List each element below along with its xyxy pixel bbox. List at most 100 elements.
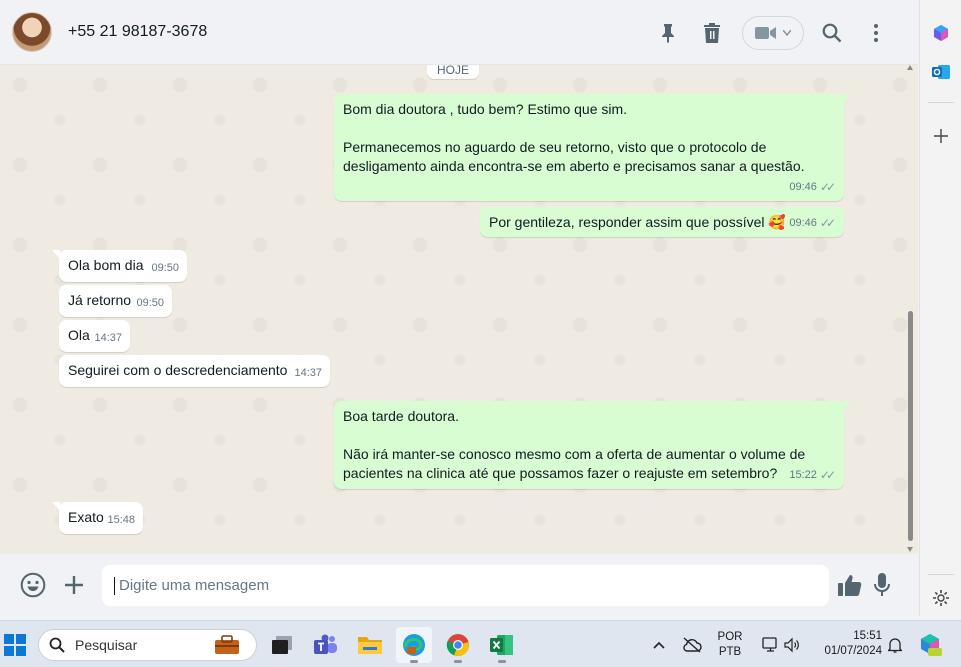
message-time: 09:50 <box>151 262 179 274</box>
task-view-button[interactable] <box>264 627 300 663</box>
date-chip: HOJE <box>427 65 480 79</box>
taskbar-search-placeholder: Pesquisar <box>75 637 138 653</box>
message-out[interactable]: Boa tarde doutora. Não irá manter-se con… <box>334 401 851 489</box>
header-actions <box>644 0 896 65</box>
message-meta: 14:37 <box>94 329 122 348</box>
voice-message-button[interactable] <box>862 565 902 605</box>
read-ticks-icon: ✓✓ <box>819 216 836 230</box>
search-button[interactable] <box>812 13 852 53</box>
taskbar-search[interactable]: Pesquisar <box>38 629 257 661</box>
message-in[interactable]: Seguirei com o descredenciamento 14:37 <box>59 355 330 387</box>
rail-divider <box>928 102 954 103</box>
input-language-indicator[interactable]: POR PTB <box>712 630 748 660</box>
message-time: 15:22 <box>789 469 817 481</box>
video-call-icon <box>755 26 776 39</box>
chat-messages-panel[interactable]: HOJE Bom dia doutora , tudo bem? Estimo … <box>0 65 918 554</box>
menu-icon <box>874 23 878 42</box>
start-button[interactable] <box>0 627 30 663</box>
keyboard-layout: PTB <box>718 646 742 658</box>
teams-button[interactable] <box>308 627 344 663</box>
notifications-button[interactable] <box>882 627 908 663</box>
settings-icon <box>933 590 949 606</box>
file-explorer-icon <box>358 637 382 654</box>
excel-button[interactable] <box>484 627 520 663</box>
onedrive-button[interactable] <box>675 627 709 663</box>
message-text: Bom dia doutora , tudo bem? Estimo que s… <box>343 101 805 174</box>
start-icon <box>4 634 26 656</box>
message-in[interactable]: Ola bom dia 09:50 <box>52 250 187 282</box>
search-icon <box>822 23 842 42</box>
file-explorer-button[interactable] <box>352 627 388 663</box>
bubble-tail <box>52 502 60 511</box>
copilot-preview-icon <box>921 634 942 656</box>
clock-date: 01/07/2024 <box>824 645 882 657</box>
message-time: 15:48 <box>107 514 135 526</box>
text-caret <box>114 576 115 595</box>
settings-button[interactable] <box>928 585 954 611</box>
chrome-button[interactable] <box>440 627 476 663</box>
copilot-taskbar-button[interactable] <box>912 627 948 663</box>
language-code: POR <box>717 631 743 643</box>
cloud-offline-icon <box>683 637 702 653</box>
add-icon <box>934 129 948 143</box>
task-view-icon <box>272 636 292 654</box>
video-call-button[interactable] <box>742 15 804 50</box>
scroll-up-arrow-icon[interactable] <box>907 65 913 70</box>
clock[interactable]: 15:51 01/07/2024 <box>812 629 882 659</box>
copilot-icon <box>934 25 948 41</box>
message-meta: 14:37 <box>294 364 322 383</box>
message-time: 09:46 <box>789 181 817 193</box>
bubble-tail <box>843 401 851 410</box>
edge-button[interactable] <box>396 627 432 663</box>
show-hidden-icons-button[interactable] <box>642 627 676 663</box>
delete-button[interactable] <box>692 13 732 53</box>
message-time: 09:46 <box>789 217 817 229</box>
volume-icon <box>784 637 799 653</box>
emoji-icon <box>20 572 46 598</box>
attach-plus-icon <box>65 576 83 594</box>
message-meta: 09:46 ✓✓ <box>789 214 836 233</box>
message-composer: Digite uma mensagem <box>0 554 918 616</box>
emoji-button[interactable] <box>13 565 53 605</box>
message-meta: 15:48 <box>107 511 135 530</box>
taskbar: Pesquisar POR PTB 15:51 01/07/2024 <box>0 620 961 667</box>
message-meta: 09:46 ✓✓ <box>789 178 836 197</box>
message-text: Boa tarde doutora. Não irá manter-se con… <box>343 408 806 481</box>
menu-button[interactable] <box>856 13 896 53</box>
message-out[interactable]: Por gentileza, responder assim que possí… <box>480 207 844 237</box>
chevron-down-icon <box>783 29 791 36</box>
read-ticks-icon: ✓✓ <box>819 180 836 194</box>
attach-button[interactable] <box>54 565 94 605</box>
bell-icon <box>888 638 902 653</box>
message-in[interactable]: Ola 14:37 <box>59 320 130 352</box>
outlook-icon <box>932 65 950 79</box>
message-input-placeholder: Digite uma mensagem <box>119 577 270 594</box>
active-indicator <box>410 660 418 663</box>
message-time: 14:37 <box>94 332 122 344</box>
message-in[interactable]: Exato 15:48 <box>52 502 143 534</box>
edge-icon <box>403 634 425 656</box>
message-meta: 09:50 <box>151 259 179 278</box>
message-input[interactable]: Digite uma mensagem <box>102 565 829 606</box>
scroll-down-arrow-icon[interactable] <box>907 547 913 552</box>
message-time: 09:50 <box>136 297 164 309</box>
network-volume-button[interactable] <box>756 627 806 663</box>
scroll-thumb[interactable] <box>908 311 913 541</box>
add-app-button[interactable] <box>928 123 954 149</box>
chevron-up-icon <box>653 641 665 649</box>
pin-icon <box>662 23 674 43</box>
message-out[interactable]: Bom dia doutora , tudo bem? Estimo que s… <box>334 94 851 201</box>
chrome-icon <box>446 634 469 657</box>
chat-scrollbar[interactable] <box>907 65 916 554</box>
message-in[interactable]: Já retorno 09:50 <box>59 285 172 317</box>
widgets-icon[interactable] <box>214 635 240 655</box>
message-time: 14:37 <box>294 367 322 379</box>
copilot-button[interactable] <box>928 20 954 46</box>
outlook-button[interactable] <box>928 59 954 85</box>
contact-avatar[interactable] <box>12 12 52 52</box>
message-text: Seguirei com o descredenciamento <box>68 362 288 378</box>
contact-name[interactable]: +55 21 98187-3678 <box>68 23 207 41</box>
pin-button[interactable] <box>648 13 688 53</box>
microphone-icon <box>874 573 890 596</box>
running-indicator <box>498 660 506 663</box>
